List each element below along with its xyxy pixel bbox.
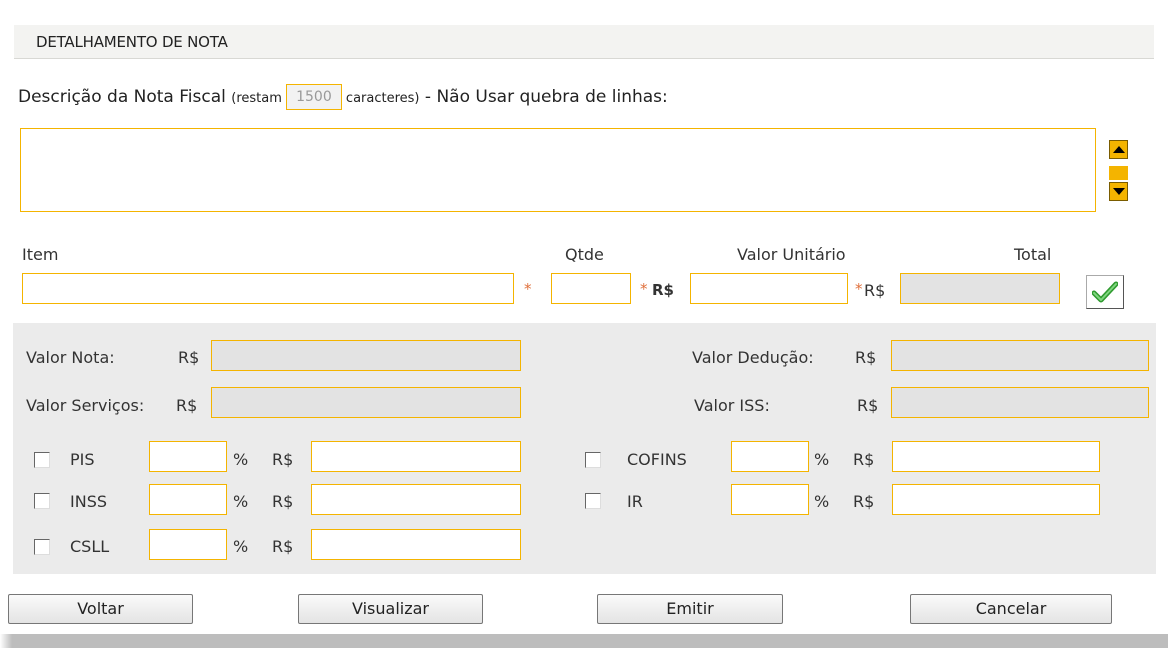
scroll-up-button[interactable] — [1109, 140, 1128, 159]
restam-label: (restam — [231, 91, 282, 106]
pis-percent: % — [233, 450, 249, 469]
qtde-label: Qtde — [565, 245, 604, 264]
cofins-rate-input[interactable] — [731, 441, 809, 472]
total-currency: R$ — [864, 281, 886, 300]
inss-checkbox[interactable] — [34, 493, 50, 509]
pis-checkbox[interactable] — [34, 452, 50, 468]
add-item-button[interactable] — [1086, 275, 1124, 309]
checkmark-icon — [1092, 281, 1118, 303]
caracteres-label: caracteres) — [345, 91, 420, 106]
item-input[interactable] — [22, 273, 514, 304]
valor-iss-field — [891, 387, 1149, 418]
triangle-up-icon — [1112, 146, 1125, 153]
cofins-label: COFINS — [627, 450, 687, 469]
visualizar-button[interactable]: Visualizar — [298, 594, 483, 624]
emitir-button[interactable]: Emitir — [597, 594, 783, 624]
valor-iss-label: Valor ISS: — [694, 396, 770, 415]
valor-deducao-label: Valor Dedução: — [692, 348, 814, 367]
cofins-currency: R$ — [853, 450, 875, 469]
description-label-prefix: Descrição da Nota Fiscal — [18, 87, 226, 107]
inss-label: INSS — [70, 492, 107, 511]
valor-deducao-field — [891, 340, 1149, 371]
section-title: DETALHAMENTO DE NOTA — [36, 33, 228, 51]
cofins-percent: % — [814, 450, 830, 469]
pis-currency: R$ — [272, 450, 294, 469]
cofins-checkbox[interactable] — [585, 452, 601, 468]
footer-bar — [0, 634, 1168, 648]
scroll-down-button[interactable] — [1109, 182, 1128, 201]
valor-servicos-label: Valor Serviços: — [26, 396, 145, 415]
required-asterisk: * — [855, 280, 863, 298]
required-asterisk: * — [524, 280, 532, 298]
description-label-suffix: - Não Usar quebra de linhas: — [424, 87, 668, 107]
valor-nota-currency: R$ — [178, 348, 200, 367]
valor-unitario-currency: R$ — [652, 281, 674, 299]
voltar-button[interactable]: Voltar — [8, 594, 193, 624]
ir-amount-input[interactable] — [892, 484, 1100, 515]
remaining-characters-counter: 1500 — [285, 84, 342, 110]
csll-currency: R$ — [272, 537, 294, 556]
ir-currency: R$ — [853, 492, 875, 511]
ir-checkbox[interactable] — [585, 493, 601, 509]
csll-rate-input[interactable] — [149, 529, 227, 560]
valor-unitario-label: Valor Unitário — [737, 245, 846, 264]
valor-iss-currency: R$ — [857, 396, 879, 415]
ir-rate-input[interactable] — [731, 484, 809, 515]
inss-rate-input[interactable] — [149, 484, 227, 515]
pis-amount-input[interactable] — [311, 441, 521, 472]
description-textarea[interactable] — [20, 128, 1096, 212]
valor-nota-field — [211, 340, 521, 371]
ir-label: IR — [627, 492, 643, 511]
csll-percent: % — [233, 537, 249, 556]
valor-nota-label: Valor Nota: — [26, 348, 115, 367]
total-label: Total — [1014, 245, 1052, 264]
valor-unitario-input[interactable] — [690, 273, 848, 304]
total-field — [900, 273, 1060, 304]
description-label: Descrição da Nota Fiscal (restam 1500 cara… — [18, 84, 668, 110]
cancelar-button[interactable]: Cancelar — [910, 594, 1112, 624]
csll-checkbox[interactable] — [34, 539, 50, 555]
valor-servicos-field — [211, 387, 521, 418]
qtde-input[interactable] — [551, 273, 631, 304]
pis-label: PIS — [70, 450, 95, 469]
pis-rate-input[interactable] — [149, 441, 227, 472]
inss-amount-input[interactable] — [311, 484, 521, 515]
scrollbar-track[interactable] — [1109, 166, 1128, 180]
valor-deducao-currency: R$ — [855, 348, 877, 367]
cofins-amount-input[interactable] — [892, 441, 1100, 472]
inss-percent: % — [233, 492, 249, 511]
item-label: Item — [22, 245, 59, 264]
csll-label: CSLL — [70, 537, 110, 556]
csll-amount-input[interactable] — [311, 529, 521, 560]
required-asterisk: * — [640, 280, 648, 298]
valor-servicos-currency: R$ — [176, 396, 198, 415]
ir-percent: % — [814, 492, 830, 511]
section-header: DETALHAMENTO DE NOTA — [14, 25, 1154, 59]
inss-currency: R$ — [272, 492, 294, 511]
triangle-down-icon — [1112, 188, 1125, 195]
